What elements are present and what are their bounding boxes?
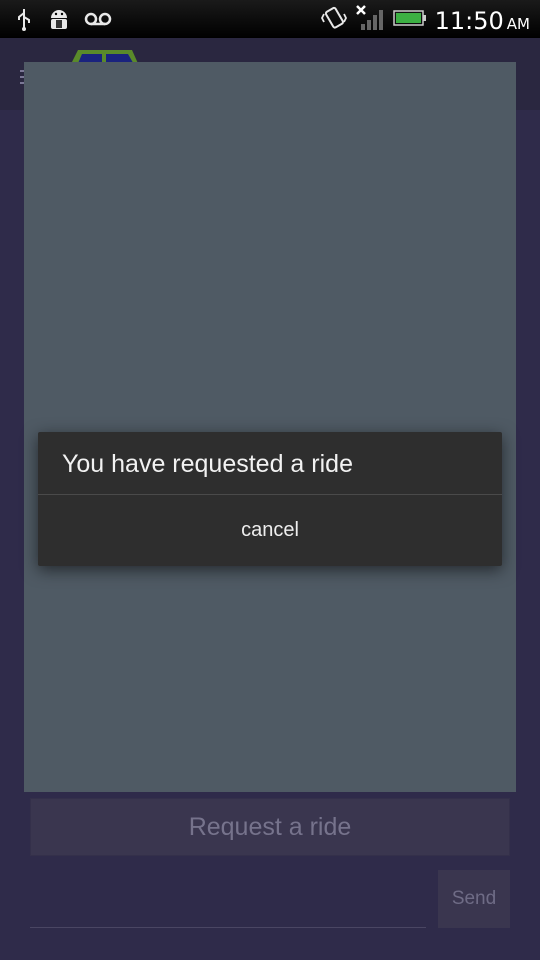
usb-icon — [14, 7, 34, 36]
map-area[interactable] — [24, 62, 516, 792]
cancel-button[interactable]: cancel — [38, 495, 502, 566]
clock: 11:50 AM — [435, 7, 530, 35]
status-left — [14, 6, 112, 37]
clock-ampm: AM — [506, 14, 530, 33]
message-input[interactable] — [30, 878, 426, 928]
no-signal-icon — [355, 4, 385, 37]
status-bar: 11:50 AM — [0, 0, 540, 38]
send-button[interactable]: Send — [438, 870, 510, 928]
dialog-title: You have requested a ride — [62, 450, 353, 478]
vibrate-icon — [320, 5, 347, 36]
voicemail-icon — [84, 11, 112, 32]
battery-icon — [392, 8, 427, 33]
android-debug-icon — [48, 6, 70, 37]
status-right: 11:50 AM — [320, 4, 530, 37]
request-ride-button[interactable]: Request a ride — [30, 798, 510, 856]
clock-time: 11:50 — [434, 6, 504, 35]
ride-requested-dialog: You have requested a ride cancel — [38, 432, 502, 566]
